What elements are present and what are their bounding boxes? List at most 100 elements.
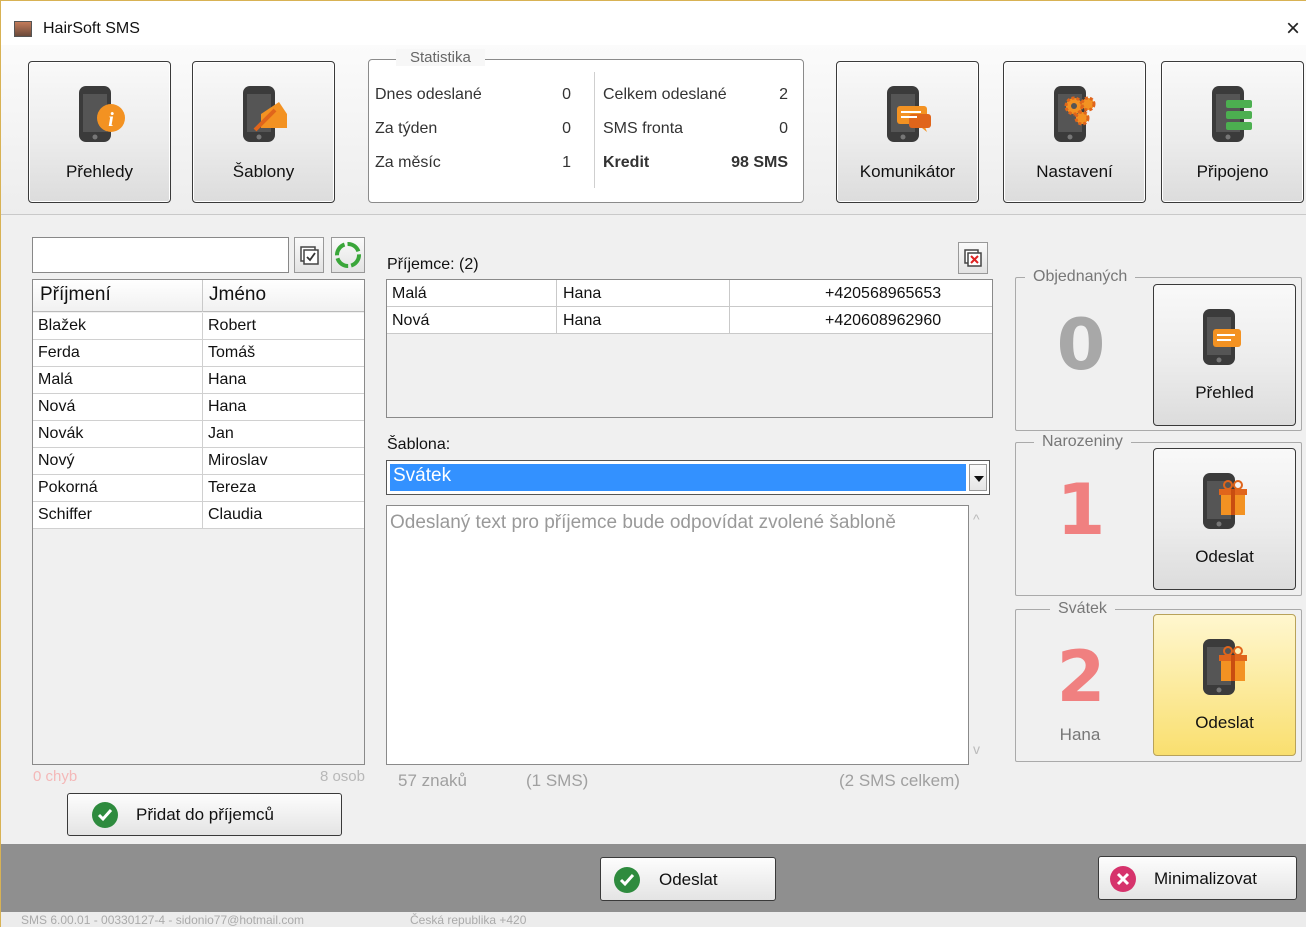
templates-label: Šablony (232, 162, 295, 181)
app-icon (14, 21, 32, 37)
orders-legend: Objednaných (1025, 268, 1136, 286)
version-info: SMS 6.00.01 - 00330127-4 - sidonio77@hot… (21, 913, 305, 927)
credit-value: 98 SMS (731, 154, 788, 171)
cell-divider (556, 307, 557, 334)
cell-firstname: Miroslav (208, 452, 268, 469)
stat-value: 0 (779, 120, 788, 137)
statistics-legend: Statistika (396, 49, 485, 66)
stat-label: Za měsíc (375, 154, 441, 171)
cell-surname: Ferda (38, 344, 80, 361)
orders-count: 0 (1056, 304, 1106, 386)
send-button[interactable]: Odeslat (600, 857, 776, 901)
send-birthdays-button[interactable]: Odeslat (1153, 448, 1296, 590)
connection-button[interactable]: Připojeno (1161, 61, 1304, 203)
stat-label: Dnes odeslané (375, 86, 482, 103)
contacts-table: Příjmení Jméno Blažek Robert Ferda Tomáš M… (32, 279, 365, 765)
cell-divider (202, 394, 203, 421)
recipients-table: Malá Hana +420568965653 Nová Hana +42060… (386, 279, 993, 418)
cell-firstname: Hana (208, 398, 247, 415)
person-count: 8 osob (319, 768, 365, 785)
cell-firstname: Tomáš (208, 344, 256, 361)
contact-search-input[interactable] (32, 237, 289, 273)
overviews-label: Přehledy (65, 162, 134, 181)
table-row[interactable]: Pokorná Tereza (33, 475, 364, 502)
clear-list-icon (964, 249, 982, 267)
sms-count: (1 SMS) (526, 771, 589, 790)
add-to-recipients-button[interactable]: Přidat do příjemců (67, 793, 342, 836)
send-label: Odeslat (659, 870, 718, 889)
check-icon (92, 802, 118, 828)
settings-button[interactable]: Nastavení (1003, 61, 1146, 203)
window-title: HairSoft SMS (43, 20, 140, 37)
column-header-surname[interactable]: Příjmení (40, 284, 111, 306)
communicator-button[interactable]: Komunikátor (836, 61, 979, 203)
cell-divider (202, 502, 203, 529)
templates-button[interactable]: Šablony (192, 61, 335, 203)
column-header-firstname[interactable]: Jméno (209, 284, 266, 306)
phone-info-icon: i (79, 86, 125, 142)
cell-surname: Nová (38, 398, 76, 415)
chevron-down-icon[interactable] (969, 464, 987, 491)
recipients-label: Příjemce: (2) (387, 256, 479, 273)
svg-text:i: i (108, 109, 114, 131)
phone-server-icon (1212, 86, 1252, 142)
cell-firstname: Robert (208, 317, 257, 334)
cell-surname: Schiffer (38, 506, 92, 523)
send-nameday-label: Odeslat (1195, 713, 1254, 732)
send-birthdays-label: Odeslat (1195, 547, 1254, 566)
table-row[interactable]: Schiffer Claudia (33, 502, 364, 529)
cell-divider (202, 367, 203, 394)
cell-surname: Malá (38, 371, 73, 388)
table-header: Příjmení Jméno (33, 280, 364, 312)
cell-surname: Blažek (38, 317, 87, 334)
title-bar: HairSoft SMS × (1, 1, 1306, 45)
table-row[interactable]: Malá Hana +420568965653 (387, 280, 992, 307)
stats-divider (594, 72, 595, 188)
scroll-down-icon[interactable]: v (973, 741, 980, 757)
check-icon (614, 867, 640, 893)
scroll-up-icon[interactable]: ^ (973, 511, 980, 527)
message-textarea[interactable]: Odeslaný text pro příjemce bude odpovída… (386, 505, 969, 765)
table-row[interactable]: Ferda Tomáš (33, 340, 364, 367)
phone-gift-icon (1203, 639, 1247, 695)
cell-firstname: Claudia (208, 506, 263, 523)
nameday-name: Hana (1059, 725, 1101, 744)
birthdays-legend: Narozeniny (1034, 433, 1131, 451)
table-row[interactable]: Malá Hana (33, 367, 364, 394)
clear-recipients-button[interactable] (958, 242, 988, 274)
stat-label: Za týden (375, 120, 438, 137)
cell-phone: +420568965653 (825, 285, 942, 302)
minimize-button[interactable]: Minimalizovat (1098, 856, 1297, 900)
table-row[interactable]: Nová Hana (33, 394, 364, 421)
communicator-label: Komunikátor (859, 162, 956, 181)
close-icon[interactable]: × (1279, 15, 1306, 43)
cell-surname: Novák (38, 425, 84, 442)
minimize-label: Minimalizovat (1154, 869, 1257, 888)
select-all-button[interactable] (294, 237, 324, 273)
cell-divider (202, 340, 203, 367)
table-row[interactable]: Blažek Robert (33, 313, 364, 340)
phone-message-icon (1203, 309, 1241, 365)
send-nameday-button[interactable]: Odeslat (1153, 614, 1296, 756)
orders-overview-button[interactable]: Přehled (1153, 284, 1296, 426)
statistics-panel: Dnes odeslané 0 Za týden 0 Za měsíc 1 Ce… (368, 59, 804, 203)
table-row[interactable]: Nová Hana +420608962960 (387, 307, 992, 334)
orders-overview-label: Přehled (1195, 383, 1254, 402)
check-list-icon (300, 246, 319, 265)
stat-label: Celkem odeslané (603, 86, 727, 103)
settings-label: Nastavení (1036, 162, 1113, 181)
nameday-legend: Svátek (1050, 600, 1115, 618)
overviews-button[interactable]: i Přehledy (28, 61, 171, 203)
refresh-button[interactable] (331, 237, 365, 273)
cell-divider (729, 307, 730, 334)
cell-firstname: Tereza (208, 479, 257, 496)
table-row[interactable]: Nový Miroslav (33, 448, 364, 475)
template-label: Šablona: (387, 436, 451, 453)
stat-value: 1 (562, 154, 571, 171)
cell-surname: Nový (38, 452, 75, 469)
phone-chat-icon (887, 86, 931, 142)
cell-phone: +420608962960 (825, 312, 942, 329)
table-row[interactable]: Novák Jan (33, 421, 364, 448)
birthdays-count: 1 (1056, 469, 1106, 551)
template-select[interactable]: Svátek (386, 460, 990, 495)
